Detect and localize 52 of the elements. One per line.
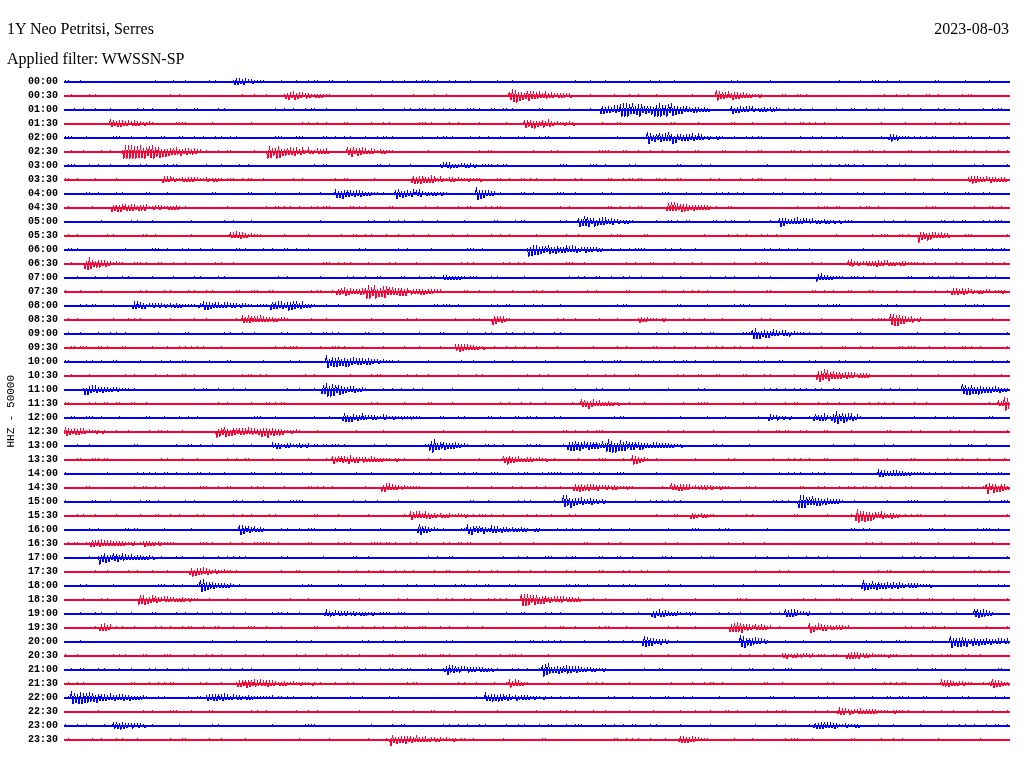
axis-label: HHZ - 50000	[3, 374, 18, 448]
time-label: 05:30	[27, 229, 59, 243]
time-label: 23:00	[27, 719, 59, 733]
time-label: 06:30	[27, 257, 59, 271]
time-label: 07:00	[27, 271, 59, 285]
time-label: 12:00	[27, 411, 59, 425]
time-label: 12:30	[27, 425, 59, 439]
filter-label: Applied filter: WWSSN-SP	[7, 50, 185, 67]
time-label: 01:00	[27, 103, 59, 117]
time-label: 17:30	[27, 565, 59, 579]
time-label: 16:30	[27, 537, 59, 551]
time-label: 08:00	[27, 299, 59, 313]
time-label: 04:00	[27, 187, 59, 201]
time-label: 13:30	[27, 453, 59, 467]
time-label: 05:00	[27, 215, 59, 229]
time-label: 02:00	[27, 131, 59, 145]
time-label: 14:00	[27, 467, 59, 481]
time-label: 02:30	[27, 145, 59, 159]
time-label: 11:00	[27, 383, 59, 397]
time-label: 08:30	[27, 313, 59, 327]
time-label: 22:30	[27, 705, 59, 719]
time-label: 10:00	[27, 355, 59, 369]
time-label: 18:00	[27, 579, 59, 593]
time-label: 20:00	[27, 635, 59, 649]
time-label: 01:30	[27, 117, 59, 131]
time-label: 21:00	[27, 663, 59, 677]
time-label: 19:30	[27, 621, 59, 635]
time-label: 03:00	[27, 159, 59, 173]
date-label: 2023-08-03	[934, 19, 1010, 39]
time-label: 18:30	[27, 593, 59, 607]
time-label: 13:00	[27, 439, 59, 453]
time-label: 14:30	[27, 481, 59, 495]
time-label: 17:00	[27, 551, 59, 565]
time-label: 00:30	[27, 89, 59, 103]
time-label: 15:00	[27, 495, 59, 509]
station-title: 1Y Neo Petritsi, Serres	[7, 19, 154, 39]
time-label: 06:00	[27, 243, 59, 257]
time-label: 21:30	[27, 677, 59, 691]
time-label: 10:30	[27, 369, 59, 383]
time-label: 09:30	[27, 341, 59, 355]
time-label: 00:00	[27, 75, 59, 89]
time-label: 03:30	[27, 173, 59, 187]
time-label: 16:00	[27, 523, 59, 537]
time-label: 15:30	[27, 509, 59, 523]
time-label: 19:00	[27, 607, 59, 621]
time-label: 23:30	[27, 733, 59, 747]
time-label: 04:30	[27, 201, 59, 215]
time-label: 11:30	[27, 397, 59, 411]
time-label: 22:00	[27, 691, 59, 705]
time-label: 20:30	[27, 649, 59, 663]
time-label: 07:30	[27, 285, 59, 299]
time-label: 09:00	[27, 327, 59, 341]
